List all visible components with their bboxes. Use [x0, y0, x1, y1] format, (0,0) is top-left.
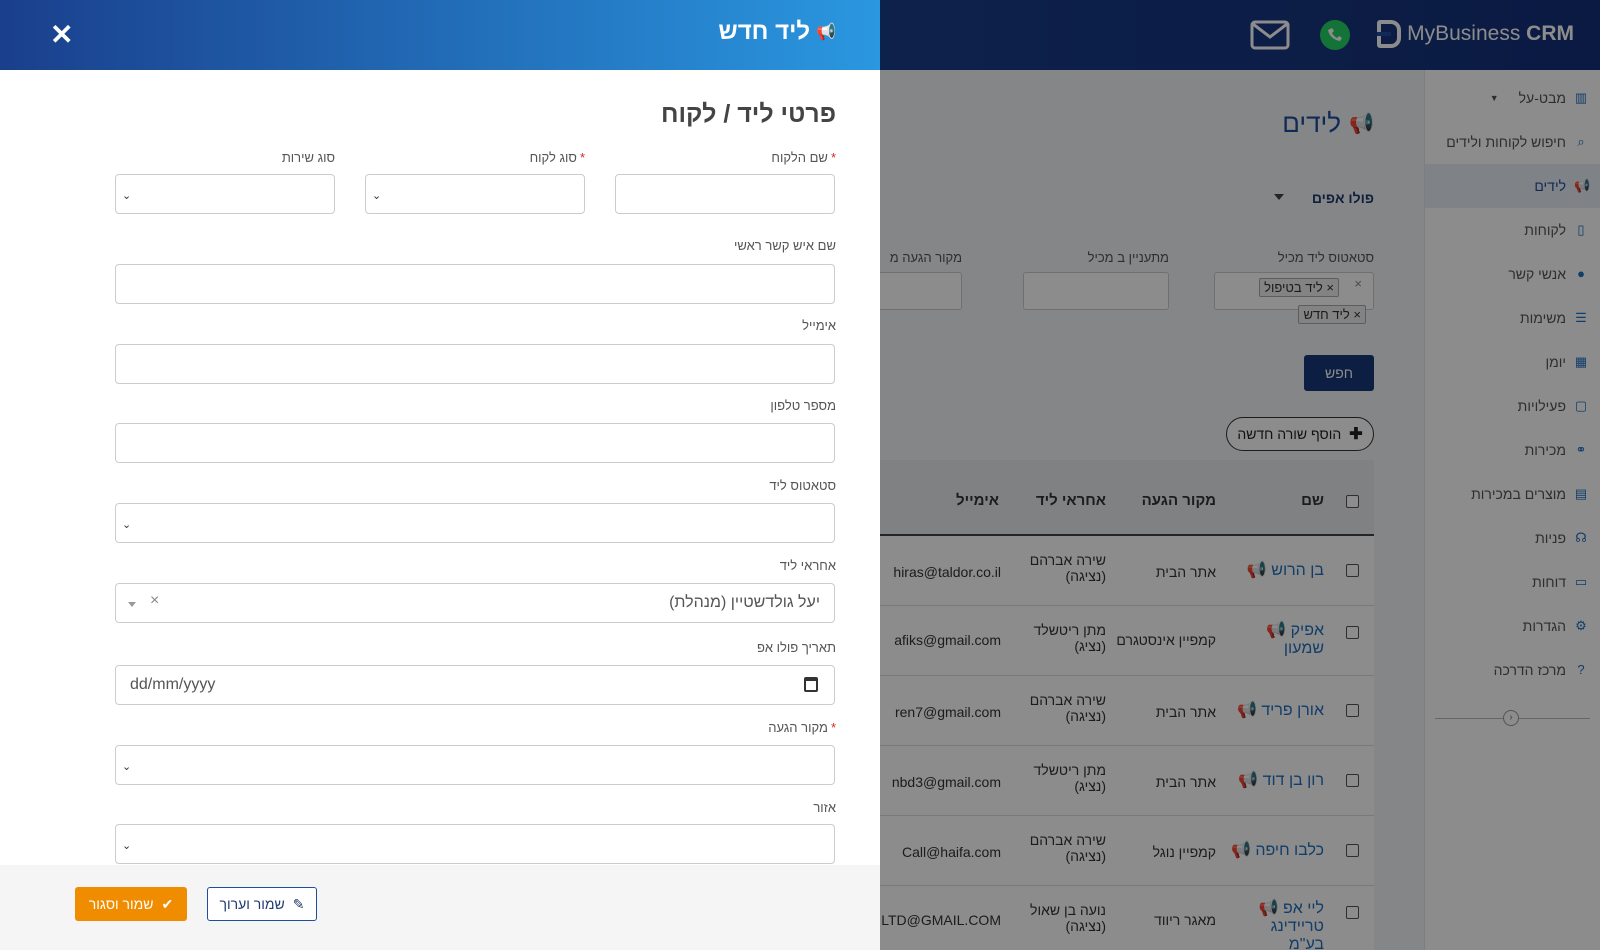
- phone-label: מספר טלפון: [770, 398, 836, 413]
- customer-type-label: סוג לקוח *: [529, 150, 585, 165]
- clear-icon[interactable]: ×: [150, 592, 159, 610]
- contact-name-input[interactable]: [115, 264, 835, 304]
- followup-date-input[interactable]: dd/mm/yyyy: [115, 665, 835, 705]
- chevron-down-icon: ⌄: [122, 840, 132, 852]
- contact-name-label: שם איש קשר ראשי: [734, 238, 836, 253]
- panel-form: פרטי ליד / לקוח שם הלקוח * סוג לקוח * ⌄ סו…: [0, 70, 880, 865]
- check-icon: ✔: [161, 895, 174, 912]
- service-type-label: סוג שירות: [281, 150, 335, 165]
- customer-name-label: שם הלקוח *: [771, 150, 836, 165]
- panel-header: ✕ ליד חדש 📢: [0, 0, 880, 70]
- close-icon[interactable]: ✕: [50, 18, 73, 51]
- region-label: אזור: [813, 800, 836, 815]
- save-close-button[interactable]: שמור וסגור ✔: [75, 887, 187, 921]
- source-select[interactable]: ⌄: [115, 745, 835, 785]
- lead-owner-label: אחראי ליד: [779, 558, 836, 573]
- lead-owner-value: יעל גולדשטיין (מנהלת): [669, 594, 820, 611]
- new-lead-panel: ✕ ליד חדש 📢 פרטי ליד / לקוח שם הלקוח * סוג…: [0, 0, 880, 950]
- chevron-down-icon: ⌄: [122, 519, 132, 531]
- chevron-down-icon: ⌄: [122, 190, 132, 202]
- lead-status-select[interactable]: ⌄: [115, 503, 835, 543]
- phone-input[interactable]: [115, 423, 835, 463]
- calendar-icon[interactable]: [804, 677, 818, 692]
- followup-date-label: תאריך פולו אפ: [756, 640, 836, 655]
- email-input[interactable]: [115, 344, 835, 384]
- chevron-down-icon[interactable]: [128, 602, 136, 607]
- date-placeholder: dd/mm/yyyy: [130, 676, 216, 693]
- lead-status-label: סטאטוס ליד: [769, 478, 836, 493]
- source-label: מקור הגעה *: [768, 720, 836, 735]
- section-title: פרטי ליד / לקוח: [660, 100, 836, 128]
- customer-type-select[interactable]: ⌄: [365, 174, 585, 214]
- region-select[interactable]: ⌄: [115, 824, 835, 864]
- service-type-select[interactable]: ⌄: [115, 174, 335, 214]
- chevron-down-icon: ⌄: [122, 761, 132, 773]
- pencil-icon: ✎: [292, 895, 305, 912]
- chevron-down-icon: ⌄: [372, 190, 382, 202]
- panel-title: ליד חדש 📢: [718, 18, 836, 45]
- save-edit-button[interactable]: שמור וערוך ✎: [207, 887, 317, 921]
- email-label: אימייל: [802, 318, 836, 333]
- lead-owner-select[interactable]: יעל גולדשטיין (מנהלת) ×: [115, 583, 835, 623]
- customer-name-input[interactable]: [615, 174, 835, 214]
- megaphone-icon: 📢: [816, 24, 836, 41]
- panel-footer: שמור וסגור ✔ שמור וערוך ✎: [0, 865, 880, 950]
